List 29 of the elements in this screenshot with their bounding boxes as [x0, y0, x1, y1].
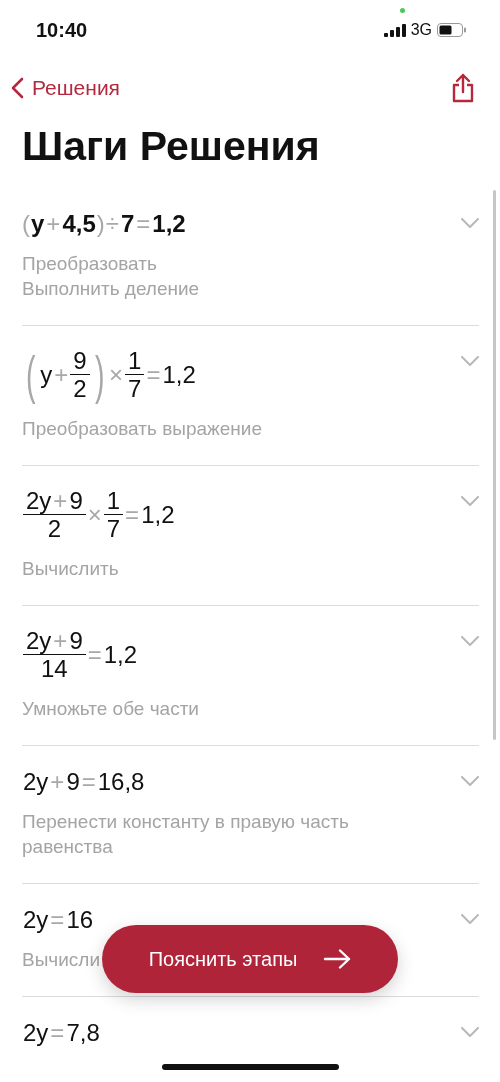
chevron-icon[interactable]: [461, 775, 479, 787]
status-dot-icon: [400, 8, 405, 13]
explain-steps-button[interactable]: Пояснить этапы: [102, 925, 398, 993]
network-label: 3G: [410, 21, 432, 39]
math-expression: (y+4,5)÷7=1,2: [22, 210, 187, 238]
battery-icon: [437, 23, 466, 37]
step-description: Умножьте обе части: [22, 696, 199, 721]
arrow-right-icon: [323, 949, 352, 969]
chevron-icon[interactable]: [461, 635, 479, 647]
share-icon[interactable]: [452, 73, 474, 103]
back-button[interactable]: Решения: [10, 76, 120, 100]
math-expression: 2y+9=16,8: [22, 767, 146, 796]
step-description: Вычисли: [22, 947, 101, 972]
status-time: 10:40: [36, 18, 89, 42]
step-description: Вычислить: [22, 556, 119, 581]
step-description: Преобразовать Выполнить деление: [22, 252, 200, 301]
chevron-icon[interactable]: [461, 913, 479, 925]
chevron-icon[interactable]: [461, 496, 479, 507]
step-description: Перенести константу в правую часть равенства: [22, 809, 350, 859]
chevron-icon[interactable]: [461, 218, 479, 229]
page-title: Шаги Решения: [22, 122, 321, 171]
math-expression: 2y+9 14 =1,2: [22, 627, 139, 683]
chevron-icon[interactable]: [461, 1026, 479, 1038]
back-chevron-icon: [10, 77, 24, 99]
math-expression: 2y=16: [22, 905, 95, 934]
math-expression: 2y=7,8: [22, 1018, 101, 1047]
step-description: Преобразовать выражение: [22, 417, 262, 441]
signal-icon: [383, 23, 406, 37]
chevron-icon[interactable]: [461, 356, 479, 367]
